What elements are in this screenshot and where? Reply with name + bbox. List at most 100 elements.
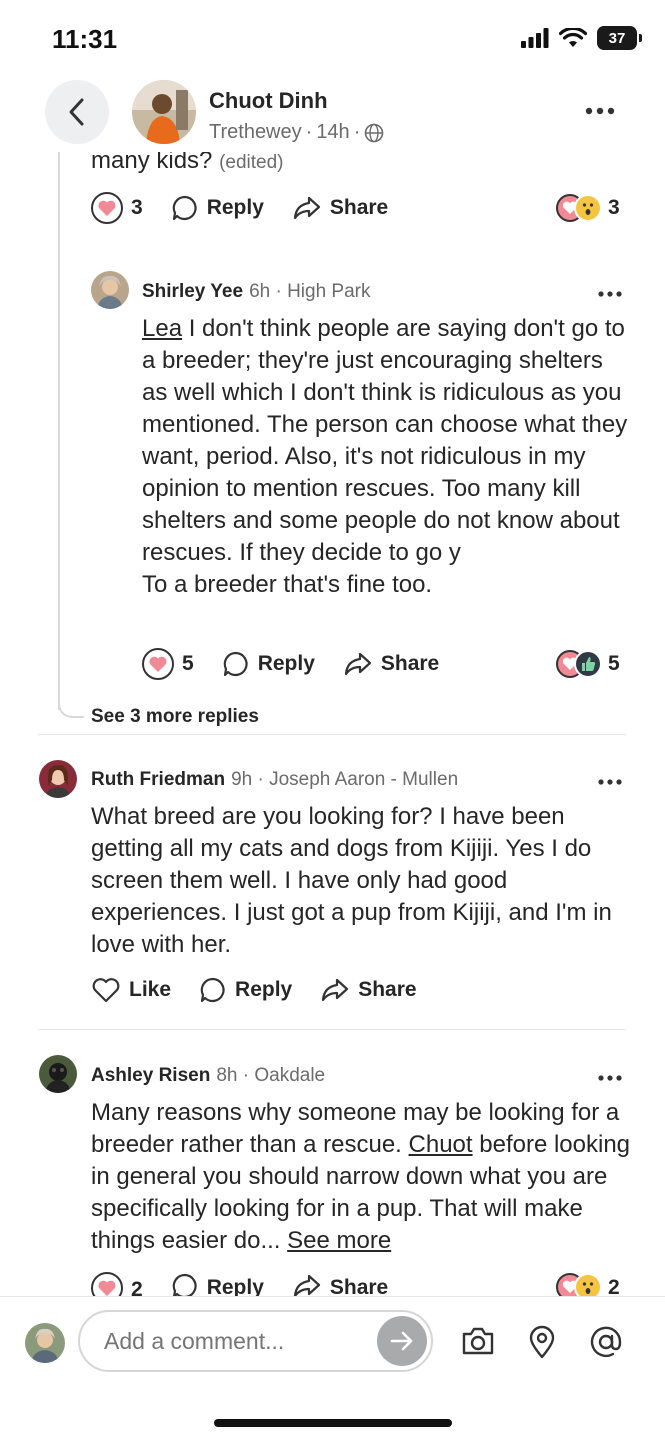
reaction-count: 2 xyxy=(608,1276,620,1296)
commenter-avatar[interactable] xyxy=(39,1055,77,1093)
commenter-avatar[interactable] xyxy=(39,760,77,798)
author-avatar[interactable] xyxy=(132,80,196,144)
share-arrow-icon xyxy=(293,1274,320,1296)
back-button[interactable] xyxy=(45,80,109,144)
chat-bubble-icon xyxy=(223,651,248,677)
comment-header: Shirley Yee 6h · High Park xyxy=(142,281,371,303)
chat-bubble-icon xyxy=(200,977,225,1003)
edited-label: (edited) xyxy=(219,152,284,173)
comment-header: Ashley Risen 8h · Oakdale xyxy=(91,1065,325,1087)
heart-filled-icon xyxy=(91,1272,123,1296)
like-count: 3 xyxy=(131,196,143,219)
post-header: Chuot Dinh Trethewey · 14h · xyxy=(0,76,665,152)
reaction-count: 3 xyxy=(608,196,620,219)
more-icon xyxy=(598,1075,622,1081)
reply-button[interactable]: Reply xyxy=(171,1272,264,1296)
comment-more-button[interactable] xyxy=(598,772,622,790)
author-name[interactable]: Chuot Dinh xyxy=(209,88,328,114)
home-indicator[interactable] xyxy=(214,1419,452,1427)
status-bar: 11:31 37 xyxy=(0,0,665,80)
mention-link[interactable]: Lea xyxy=(142,315,182,342)
comment-actions: 2 Reply Share xyxy=(91,1272,416,1296)
status-time: 11:31 xyxy=(52,24,118,54)
commenter-name[interactable]: Ruth Friedman xyxy=(91,769,225,791)
signal-icon xyxy=(521,28,549,48)
comment-text: Many reasons why someone may be looking … xyxy=(91,1099,631,1254)
wow-reaction-icon xyxy=(574,1273,602,1296)
share-button[interactable]: Share xyxy=(320,976,417,1004)
heart-filled-icon xyxy=(142,648,174,680)
status-icons: 37 xyxy=(521,26,642,50)
share-button[interactable]: Share xyxy=(292,194,388,222)
reply-button[interactable]: Reply xyxy=(199,976,292,1004)
comment-input-placeholder: Add a comment... xyxy=(104,1327,285,1354)
reply-button[interactable]: Reply xyxy=(171,194,264,222)
like-button[interactable]: Like xyxy=(91,976,171,1004)
camera-icon xyxy=(462,1327,494,1355)
comment-more-button[interactable] xyxy=(598,1068,622,1086)
commenter-avatar[interactable] xyxy=(91,271,129,309)
reaction-summary[interactable]: 5 xyxy=(556,650,620,678)
heart-outline-icon xyxy=(92,978,120,1003)
location-button[interactable] xyxy=(528,1325,556,1364)
camera-button[interactable] xyxy=(461,1325,495,1362)
mention-link[interactable]: Chuot xyxy=(409,1131,473,1158)
share-arrow-icon xyxy=(344,652,371,676)
comment-header: Ruth Friedman 9h · Joseph Aaron - Mullen xyxy=(91,769,458,791)
commenter-name[interactable]: Shirley Yee xyxy=(142,281,243,303)
thumbs-up-reaction-icon xyxy=(574,650,602,678)
like-count: 5 xyxy=(182,652,194,675)
comment-text: What breed are you looking for? I have b… xyxy=(91,803,612,958)
wifi-icon xyxy=(559,28,587,47)
chat-bubble-icon xyxy=(172,1273,197,1296)
comment-actions: Like Reply Share xyxy=(91,976,445,1004)
reply-button[interactable]: Reply xyxy=(222,650,315,678)
thread-curve xyxy=(58,690,84,718)
author-neighborhood[interactable]: Trethewey xyxy=(209,121,302,144)
comment-meta: 6h · High Park xyxy=(249,281,371,302)
like-count: 2 xyxy=(131,1278,143,1296)
wow-reaction-icon xyxy=(574,194,602,222)
divider xyxy=(38,734,626,735)
comment-meta: 9h · Joseph Aaron - Mullen xyxy=(231,769,459,790)
heart-filled-icon xyxy=(91,192,123,224)
reaction-count: 5 xyxy=(608,652,620,675)
like-button[interactable]: 3 xyxy=(91,192,143,224)
reaction-summary[interactable]: 3 xyxy=(556,194,620,222)
like-button[interactable]: 2 xyxy=(91,1272,143,1296)
post-meta: Trethewey · 14h · xyxy=(209,121,384,144)
more-icon xyxy=(598,291,622,297)
arrow-right-icon xyxy=(390,1331,413,1351)
commenter-name[interactable]: Ashley Risen xyxy=(91,1065,210,1087)
see-more-link[interactable]: See more xyxy=(287,1227,391,1254)
share-arrow-icon xyxy=(293,196,320,220)
divider xyxy=(38,1029,626,1030)
battery-icon: 37 xyxy=(597,26,642,50)
mention-button[interactable] xyxy=(589,1325,623,1364)
at-sign-icon xyxy=(590,1326,622,1358)
send-button[interactable] xyxy=(377,1316,427,1366)
globe-icon xyxy=(365,123,384,142)
more-icon xyxy=(585,107,615,115)
comment-composer-bar: Add a comment... xyxy=(0,1296,665,1440)
chevron-left-icon xyxy=(69,98,84,126)
share-button[interactable]: Share xyxy=(343,650,439,678)
share-arrow-icon xyxy=(322,978,349,1002)
comment-text: Lea I don't think people are saying don'… xyxy=(142,315,628,598)
chat-bubble-icon xyxy=(172,195,197,221)
my-avatar xyxy=(25,1323,65,1363)
post-more-button[interactable] xyxy=(585,102,615,120)
comment-more-button[interactable] xyxy=(598,284,622,302)
comment-input[interactable]: Add a comment... xyxy=(78,1310,433,1372)
comment-actions: 5 Reply Share xyxy=(142,648,467,680)
map-pin-icon xyxy=(529,1325,555,1359)
share-button[interactable]: Share xyxy=(292,1272,388,1296)
post-age: 14h xyxy=(316,121,350,143)
see-more-replies-link[interactable]: See 3 more replies xyxy=(91,706,259,728)
parent-reply-actions: 3 Reply Share xyxy=(91,192,416,224)
like-button[interactable]: 5 xyxy=(142,648,194,680)
thread-line xyxy=(58,150,60,710)
comment-meta: 8h · Oakdale xyxy=(216,1065,326,1086)
reaction-summary[interactable]: 2 xyxy=(556,1273,620,1296)
meta-separator: · xyxy=(353,121,361,143)
